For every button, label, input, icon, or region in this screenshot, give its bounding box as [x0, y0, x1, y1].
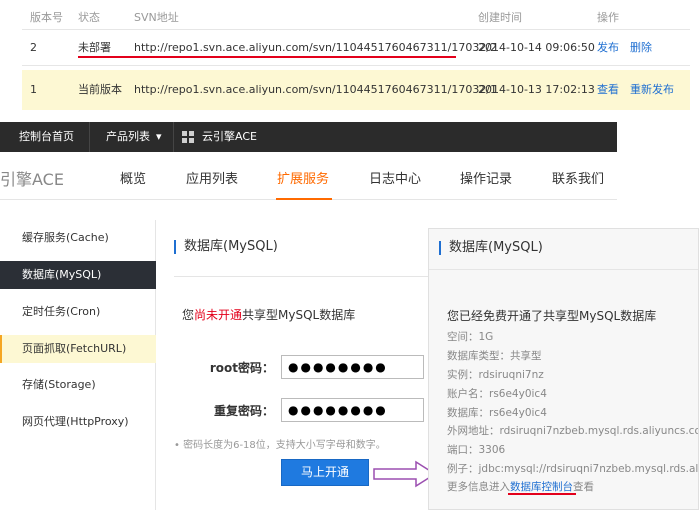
header-actions: 操作 [597, 11, 619, 24]
row-created: 2014-10-13 17:02:13 [478, 83, 595, 96]
info-database: 数据库：rs6e4y0ic4 [447, 407, 547, 419]
sidebar-item-httpproxy[interactable]: 网页代理(HttpProxy) [0, 408, 156, 436]
brand-title: 引擎ACE [0, 170, 64, 189]
publish-link[interactable]: 发布 [597, 34, 619, 62]
tab-operation-log[interactable]: 操作记录 [460, 168, 512, 187]
console-home-link[interactable]: 控制台首页 [19, 122, 74, 152]
repeat-password-label: 重复密码： [213, 404, 274, 418]
ace-cube-icon [182, 131, 194, 143]
header-version: 版本号 [30, 11, 63, 24]
card-headline: 您已经免费开通了共享型MySQL数据库 [447, 309, 657, 323]
info-account: 账户名：rs6e4y0ic4 [447, 388, 547, 400]
header-status: 状态 [78, 11, 100, 24]
row-status: 当前版本 [78, 83, 122, 96]
card-title: 数据库(MySQL) [439, 241, 543, 255]
app-header: 引擎ACE 概览 应用列表 扩展服务 日志中心 操作记录 联系我们 [0, 152, 617, 200]
chevron-down-icon: ▾ [156, 130, 162, 143]
sidebar-item-cache[interactable]: 缓存服务(Cache) [0, 224, 156, 252]
more-suffix: 查看 [573, 481, 594, 493]
not-enabled-text: 尚未开通 [194, 308, 243, 322]
top-navigation-bar: 控制台首页 产品列表 ▾ 云引擎ACE [0, 122, 617, 152]
info-example: 例子：jdbc:mysql://rdsiruqni7nzbeb.mysql.rd… [447, 463, 699, 475]
enable-now-button[interactable]: 马上开通 [281, 459, 369, 486]
info-port: 端口：3306 [447, 444, 506, 456]
svn-table-header: 版本号 状态 SVN地址 创建时间 操作 [22, 8, 690, 30]
row-version: 2 [30, 41, 37, 54]
sidebar-item-cron[interactable]: 定时任务(Cron) [0, 298, 156, 326]
info-db-type: 数据库类型：共享型 [447, 350, 542, 362]
sidebar: 缓存服务(Cache) 数据库(MySQL) 定时任务(Cron) 页面抓取(F… [0, 220, 156, 510]
console-link-red-underline [508, 493, 576, 495]
status-url-red-underline [78, 56, 456, 58]
password-hint: • 密码长度为6-18位，支持大小写字母和数字。 [174, 440, 386, 451]
card-divider [429, 269, 698, 270]
mysql-info-card: 数据库(MySQL) 您已经免费开通了共享型MySQL数据库 空间：1G 数据库… [428, 228, 699, 510]
view-link[interactable]: 查看 [597, 70, 619, 110]
tab-contact[interactable]: 联系我们 [552, 168, 604, 187]
more-info-text: 更多信息进入数据库控制台查看 [447, 479, 594, 494]
info-space: 空间：1G [447, 331, 494, 343]
info-instance: 实例：rdsiruqni7nz [447, 369, 544, 381]
row-created: 2014-10-14 09:06:50 [478, 41, 595, 54]
row-version: 1 [30, 83, 37, 96]
sidebar-item-storage[interactable]: 存储(Storage) [0, 371, 156, 399]
header-created: 创建时间 [478, 11, 522, 24]
tab-log-center[interactable]: 日志中心 [369, 168, 421, 187]
header-svn-url: SVN地址 [134, 11, 179, 24]
info-public-address: 外网地址：rdsiruqni7nzbeb.mysql.rds.aliyuncs.… [447, 425, 699, 437]
sidebar-item-mysql[interactable]: 数据库(MySQL) [0, 261, 156, 289]
more-prefix: 更多信息进入 [447, 481, 510, 493]
tab-overview[interactable]: 概览 [120, 168, 146, 187]
root-password-input[interactable]: ●●●●●●●● [281, 355, 424, 379]
root-password-label: root密码： [209, 361, 274, 375]
repeat-password-input[interactable]: ●●●●●●●● [281, 398, 424, 422]
nav-divider [89, 122, 90, 152]
mysql-status-text: 您尚未开通共享型MySQL数据库 [182, 306, 355, 323]
nav-divider [173, 122, 174, 152]
product-list-menu[interactable]: 产品列表 [106, 122, 150, 152]
row-svn-url: http://repo1.svn.ace.aliyun.com/svn/1104… [134, 83, 498, 96]
tab-app-list[interactable]: 应用列表 [186, 168, 238, 187]
sidebar-item-fetchurl[interactable]: 页面抓取(FetchURL) [0, 335, 156, 363]
title-divider [174, 276, 428, 277]
page-title: 数据库(MySQL) [174, 240, 278, 254]
delete-link[interactable]: 删除 [630, 34, 652, 62]
active-tab-indicator [276, 198, 332, 200]
republish-link[interactable]: 重新发布 [630, 70, 674, 110]
table-row: 2 未部署 http://repo1.svn.ace.aliyun.com/sv… [22, 34, 690, 66]
table-row: 1 当前版本 http://repo1.svn.ace.aliyun.com/s… [22, 70, 690, 110]
tab-extensions[interactable]: 扩展服务 [277, 168, 329, 187]
intro-suffix: 共享型MySQL数据库 [242, 308, 356, 322]
db-console-link[interactable]: 数据库控制台 [510, 481, 573, 493]
intro-prefix: 您 [182, 308, 195, 322]
ace-service-link[interactable]: 云引擎ACE [202, 122, 257, 152]
